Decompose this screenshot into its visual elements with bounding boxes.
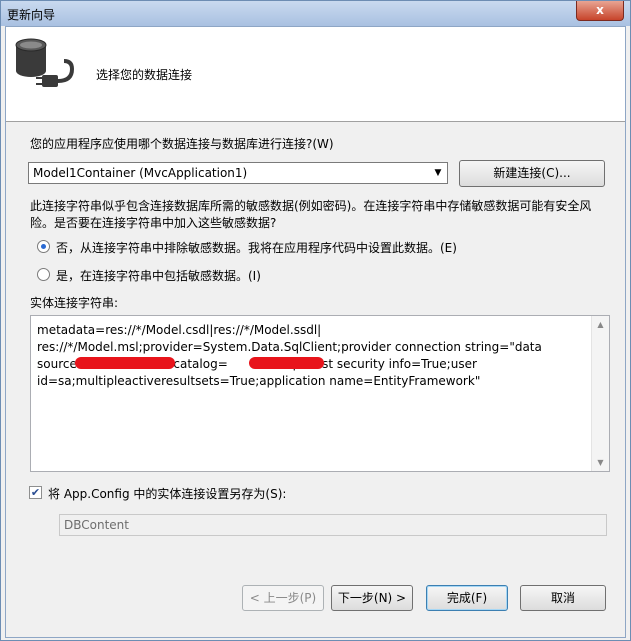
close-icon: x	[596, 3, 604, 17]
redaction-mark-catalog	[249, 357, 324, 369]
entity-connection-string-field[interactable]: metadata=res://*/Model.csdl|res://*/Mode…	[30, 315, 610, 472]
redaction-mark-server	[75, 357, 175, 369]
close-button[interactable]: x	[576, 1, 624, 21]
header-banner: 选择您的数据连接	[6, 27, 625, 122]
save-settings-label[interactable]: 将 App.Config 中的实体连接设置另存为(S):	[48, 485, 286, 502]
exclude-sensitive-label[interactable]: 否，从连接字符串中排除敏感数据。我将在应用程序代码中设置此数据。(E)	[56, 239, 457, 256]
sensitive-data-warning: 此连接字符串似乎包含连接数据库所需的敏感数据(例如密码)。在连接字符串中存储敏感…	[30, 199, 592, 230]
include-sensitive-label[interactable]: 是，在连接字符串中包括敏感数据。(I)	[56, 267, 261, 284]
save-settings-checkbox[interactable]: ✔	[29, 486, 42, 499]
previous-button[interactable]: < 上一步(P)	[242, 585, 324, 611]
scroll-down-icon[interactable]: ▼	[592, 454, 609, 471]
page-title: 选择您的数据连接	[96, 68, 193, 82]
include-sensitive-radio[interactable]	[37, 268, 50, 281]
vertical-scrollbar[interactable]: ▲ ▼	[591, 316, 609, 471]
cancel-button[interactable]: 取消	[520, 585, 606, 611]
update-wizard-window: 更新向导 x 选择您的数据连接 您的应用程序应使用哪个数据连接与数据库进行连接?…	[0, 0, 631, 641]
new-connection-button[interactable]: 新建连接(C)...	[459, 160, 605, 187]
next-button[interactable]: 下一步(N) >	[331, 585, 413, 611]
entity-connection-string-text: metadata=res://*/Model.csdl|res://*/Mode…	[37, 322, 587, 390]
connection-select-value: Model1Container (MvcApplication1)	[33, 166, 248, 180]
chevron-down-icon[interactable]: ▼	[429, 163, 447, 183]
entity-string-line-4: id=sa;multipleactiveresultsets=True;appl…	[37, 374, 481, 388]
entity-string-line-2: res://*/Model.msl;provider=System.Data.S…	[37, 340, 542, 354]
scroll-up-icon[interactable]: ▲	[592, 316, 609, 333]
database-connection-icon	[15, 38, 75, 87]
connection-name-value: DBContent	[64, 518, 129, 532]
connection-name-input[interactable]: DBContent	[59, 514, 607, 536]
connection-question-label: 您的应用程序应使用哪个数据连接与数据库进行连接?(W)	[30, 137, 334, 151]
entity-string-line-1: metadata=res://*/Model.csdl|res://*/Mode…	[37, 323, 322, 337]
title-bar: 更新向导 x	[1, 1, 630, 26]
entity-string-label: 实体连接字符串:	[30, 296, 119, 310]
exclude-sensitive-radio[interactable]	[37, 240, 50, 253]
wizard-body: 选择您的数据连接 您的应用程序应使用哪个数据连接与数据库进行连接?(W) Mod…	[5, 26, 626, 638]
window-title: 更新向导	[7, 8, 56, 22]
connection-select[interactable]: Model1Container (MvcApplication1) ▼	[28, 162, 448, 184]
finish-button[interactable]: 完成(F)	[426, 585, 508, 611]
